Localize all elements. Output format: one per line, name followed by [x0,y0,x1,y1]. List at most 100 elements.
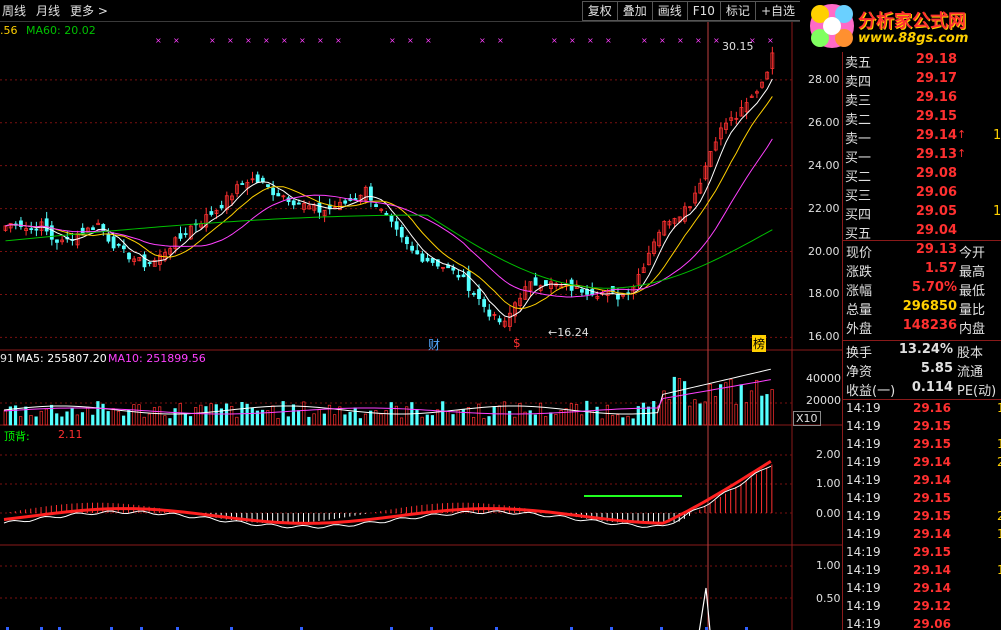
tick-row: 14:19 29.15 1 [843,437,1001,455]
bid-row[interactable]: 买四 29.05 1 [843,204,1001,224]
level-price: 29.15 [903,109,957,124]
up-arrow-icon: ↑ [957,128,966,141]
tick-row: 14:19 29.15 [843,419,1001,437]
candle-body [477,290,480,299]
overlay-button[interactable]: 叠加 [617,1,652,21]
volume-bar [81,413,84,425]
kline-chart[interactable]: ×××××××××××××××××××××××××× [0,22,842,630]
tick-time: 14:19 [846,527,881,541]
level-label: 卖五 [845,52,871,71]
restore-rights-button[interactable]: 复权 [582,1,617,21]
ask-row[interactable]: 卖五 29.18 [843,52,1001,72]
stat-label-2: 最低 [959,280,985,299]
ask-row[interactable]: 卖一 29.14 ↑ 1 [843,128,1001,148]
level-price: 29.08 [903,166,957,181]
ranking-marker[interactable]: 榜 [752,335,766,352]
ask-row[interactable]: 卖四 29.17 [843,71,1001,91]
ma10-line [6,96,773,308]
event-marker: × [479,36,486,45]
volume-bar [565,409,568,425]
volume-bar [544,416,547,425]
volume-bar [616,415,619,425]
volume-bar [86,407,89,425]
volume-bar [30,415,33,425]
candle-body [91,228,94,230]
volume-bar [61,417,64,425]
volume-bar [663,391,666,425]
event-marker: × [299,36,306,45]
ma-prefix: .56 [0,24,18,37]
volume-bar [740,385,743,425]
level-label: 卖四 [845,71,871,90]
candle-body [179,234,182,239]
tick-price: 29.12 [913,599,951,613]
volume-bar [488,417,491,425]
bid-row[interactable]: 买二 29.08 [843,166,1001,186]
volume-bar [107,411,110,425]
volume-bar [117,411,120,425]
more-menu[interactable]: 更多 > [70,2,108,19]
tick-row: 14:19 29.14 2 [843,455,1001,473]
volume-bar [143,417,146,425]
tick-row: 14:19 29.12 [843,599,1001,617]
tick-row: 14:19 29.16 1 [843,401,1001,419]
tick-volume: 2 [997,455,1001,469]
stat-row: 外盘 148236 内盘 [843,318,1001,338]
volume-bar [689,406,692,425]
logo-title: 分析家公式网 [858,7,966,33]
stat-value: 296850 [891,299,957,314]
candle-body [277,193,280,195]
dividend-marker[interactable]: $ [513,336,521,350]
ask-row[interactable]: 卖二 29.15 [843,109,1001,129]
volume-bar [508,411,511,425]
volume-bar [169,419,172,425]
candle-body [220,205,223,208]
volume-bar [637,406,640,425]
tick-row: 14:19 29.14 [843,581,1001,599]
tab-weekly[interactable]: 周线 [2,2,26,19]
volume-bar [673,377,676,425]
tab-monthly[interactable]: 月线 [36,2,60,19]
bid-row[interactable]: 买三 29.06 [843,185,1001,205]
candle-body [375,205,378,207]
ind-axis-0: 0.00 [816,507,841,520]
stat-value: 13.24% [887,342,953,357]
volume-bar [200,405,203,425]
tick-price: 29.15 [913,437,951,451]
volume-bar [122,416,125,425]
level-volume: 1 [993,204,1001,219]
volume-bar [148,414,151,425]
volume-bar [112,409,115,425]
draw-line-button[interactable]: 画线 [652,1,687,21]
candle-body [580,290,583,293]
ma20-line [6,139,773,297]
low-price-label: ←16.24 [548,326,589,339]
candle-body [416,251,419,254]
tick-time: 14:19 [846,563,881,577]
finance-marker[interactable]: 财 [428,336,440,353]
tick-price: 29.14 [913,473,951,487]
volume-bar [277,418,280,425]
event-marker: × [227,36,234,45]
tick-volume: 2 [997,509,1001,523]
volume-bar [215,405,218,425]
add-watchlist-button[interactable]: +自选 [755,1,800,21]
candle-body [107,234,110,241]
vol-unit-badge[interactable]: X10 [793,411,821,426]
indicator-name: 顶背: [4,428,30,444]
tick-volume: 1 [997,527,1001,541]
volume-bar [606,405,609,425]
volume-bar [601,419,604,425]
volume-bar [447,411,450,425]
f10-button[interactable]: F10 [687,1,720,21]
volume-bar [55,414,58,425]
candle-body [241,184,244,185]
bid-row[interactable]: 买一 29.13 ↑ [843,147,1001,167]
candle-body [266,185,269,187]
ask-row[interactable]: 卖三 29.16 [843,90,1001,110]
price-axis-tick: 26.00 [808,116,840,129]
mark-button[interactable]: 标记 [720,1,755,21]
high-price-label: 30.15 [722,40,754,53]
level-price: 29.18 [903,52,957,67]
volume-bar [40,411,43,425]
